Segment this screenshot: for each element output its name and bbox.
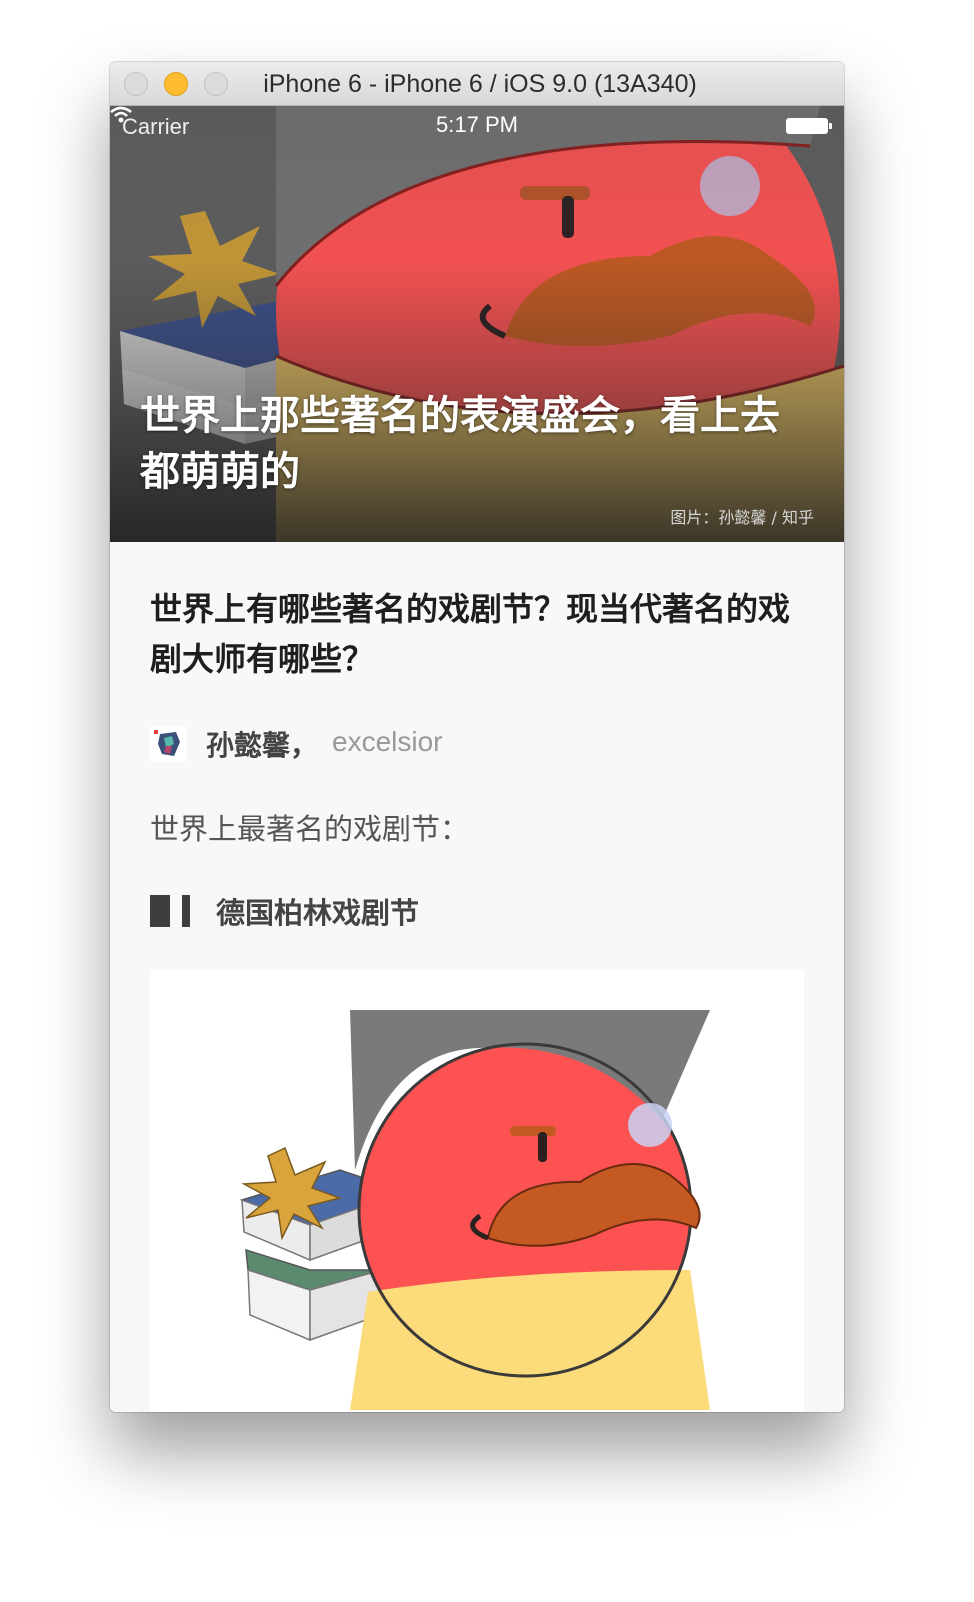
image-credit: 图片：孙懿馨 / 知乎 <box>670 508 814 527</box>
question-title[interactable]: 世界上有哪些著名的戏剧节？现当代著名的戏剧大师有哪些？ <box>150 584 805 684</box>
body-intro-text: 世界上最著名的戏剧节： <box>150 812 470 846</box>
author-name[interactable]: 孙懿馨， <box>206 724 318 764</box>
section-heading-label: 德国柏林戏剧节 <box>216 896 420 930</box>
section-marker-thin-icon <box>182 895 190 927</box>
battery-icon <box>786 118 828 134</box>
app-screen[interactable]: Carrier 5:17 PM 世界上那些著名的表演盛会，看上去都萌萌的 图片：… <box>110 106 844 1412</box>
hero-title: 世界上那些著名的表演盛会，看上去都萌萌的 <box>140 393 780 495</box>
author-bio: excelsior <box>332 726 443 757</box>
author-avatar[interactable] <box>150 726 186 762</box>
window-title: iPhone 6 - iPhone 6 / iOS 9.0 (13A340) <box>263 70 697 98</box>
section-marker-icon <box>150 895 170 927</box>
germany-ball-drawing <box>350 1010 710 1410</box>
window-titlebar: iPhone 6 - iPhone 6 / iOS 9.0 (13A340) <box>110 62 844 106</box>
simulator-window: iPhone 6 - iPhone 6 / iOS 9.0 (13A340) C… <box>110 62 844 1412</box>
status-time: 5:17 PM <box>436 112 518 137</box>
hero-banner[interactable]: Carrier 5:17 PM 世界上那些著名的表演盛会，看上去都萌萌的 图片：… <box>110 106 844 542</box>
battery-tip-icon <box>829 123 832 129</box>
germany-ball-illustration <box>150 970 804 1412</box>
content-image[interactable] <box>150 970 804 1412</box>
